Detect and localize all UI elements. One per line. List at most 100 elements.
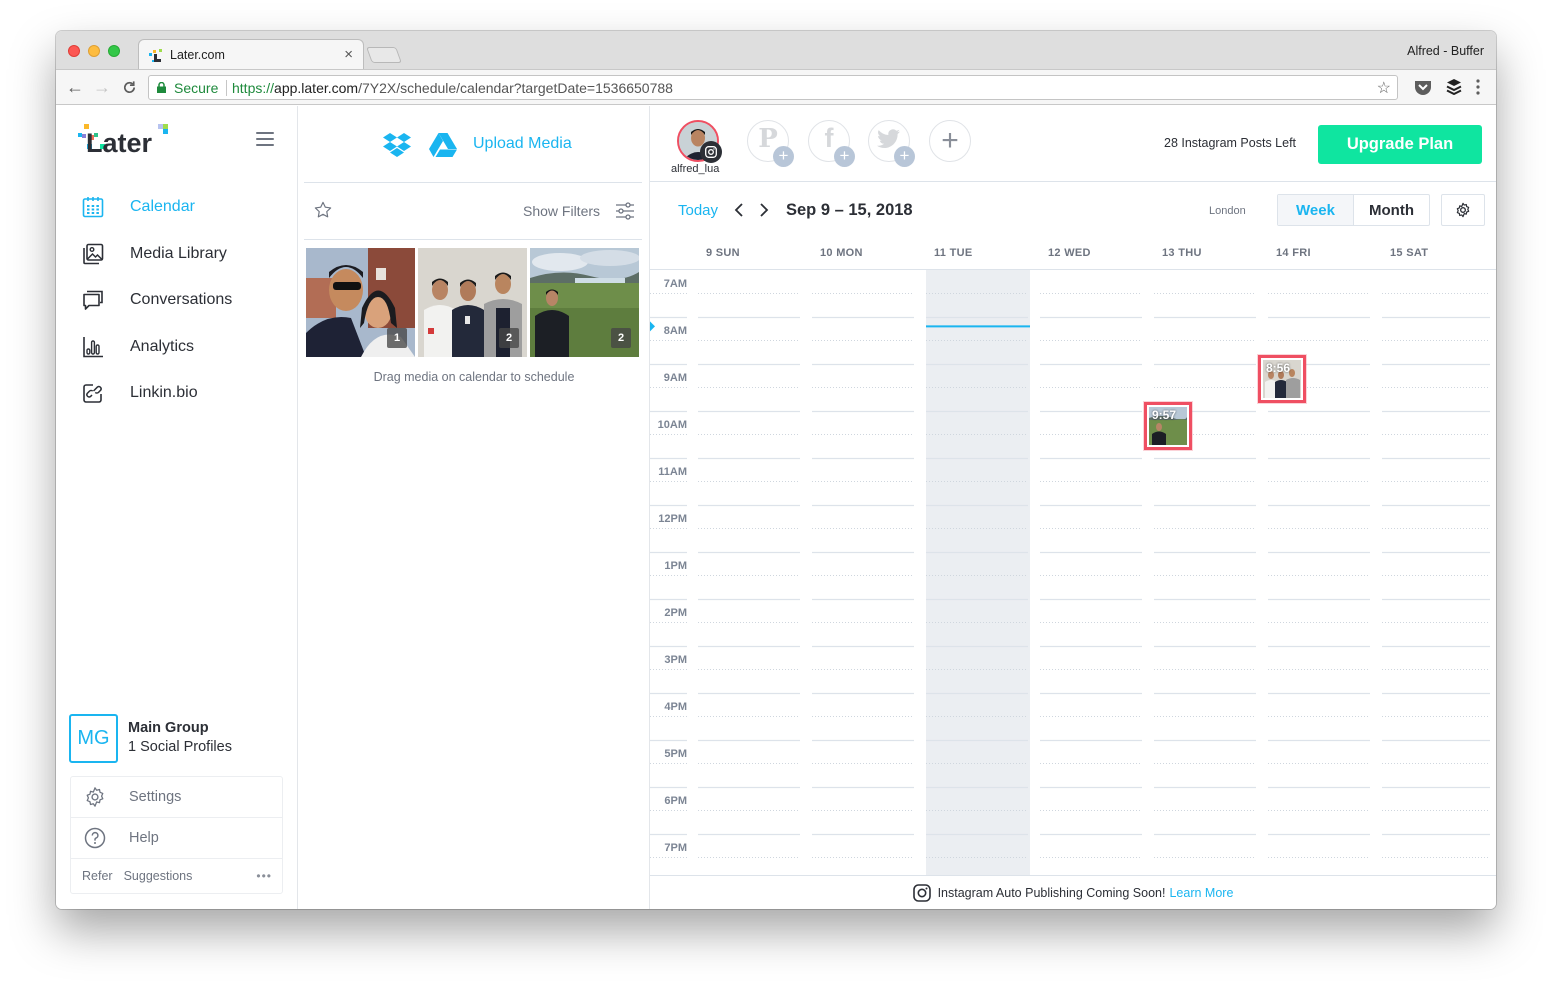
close-window-button[interactable]: [68, 45, 80, 57]
instagram-icon: [912, 883, 931, 902]
view-toggle: Week Month: [1277, 194, 1430, 226]
carousel-count-badge: 1: [387, 328, 407, 348]
sidebar-item-calendar[interactable]: Calendar: [56, 184, 297, 231]
bookmark-star-icon[interactable]: ☆: [1377, 78, 1391, 98]
hour-label: 3PM: [664, 654, 687, 666]
sidebar-item-help[interactable]: Help: [71, 818, 282, 859]
group-switcher[interactable]: MG Main Group 1 Social Profiles: [69, 714, 289, 764]
url-separator: [226, 80, 227, 96]
gear-icon: [83, 785, 107, 809]
conversations-icon: [81, 288, 105, 312]
browser-titlebar: Later.com × Alfred - Buffer: [56, 31, 1496, 70]
chevron-left-icon[interactable]: [732, 201, 746, 219]
browser-menu-icon[interactable]: [1476, 79, 1480, 95]
browser-tab[interactable]: Later.com ×: [138, 39, 364, 70]
sidebar-item-conversations[interactable]: Conversations: [56, 277, 297, 324]
sidebar-item-media-library[interactable]: Media Library: [56, 231, 297, 278]
media-thumbnail[interactable]: 2: [418, 248, 527, 357]
window-controls: [68, 45, 120, 57]
scheduled-post[interactable]: 9:57: [1144, 401, 1192, 450]
filter-sliders-icon[interactable]: [615, 202, 635, 220]
calendar-settings-button[interactable]: [1441, 194, 1485, 226]
tab-close-icon[interactable]: ×: [344, 46, 353, 63]
scheduled-post[interactable]: 8:56: [1258, 354, 1306, 403]
new-tab-button[interactable]: [366, 47, 402, 63]
sidebar-item-label: Calendar: [130, 198, 195, 216]
post-time: 9:57: [1152, 407, 1177, 422]
buffer-extension-icon[interactable]: [1446, 78, 1462, 95]
weekday-label: 12 WED: [1048, 247, 1091, 259]
pocket-extension-icon[interactable]: [1414, 79, 1432, 95]
calendar-week-grid[interactable]: 7AM 8AM 9AM 10AM 11AM 12PM 1PM 2PM 3PM 4PM 5PM 6PM 7…: [650, 270, 1496, 875]
facebook-icon: f: [824, 122, 834, 153]
maximize-window-button[interactable]: [108, 45, 120, 57]
sidebar-item-settings[interactable]: Settings: [71, 777, 282, 818]
media-panel: Upload Media Show Filters 1 2 2 Drag med…: [299, 106, 650, 909]
star-icon[interactable]: [314, 201, 332, 219]
month-view-button[interactable]: Month: [1354, 195, 1429, 225]
calendar-panel: alfred_lua P + f + + + 28 Instagram Post…: [650, 106, 1496, 909]
browser-window: Later.com × Alfred - Buffer ← → Secure h…: [56, 31, 1496, 909]
media-thumbnail[interactable]: 1: [306, 248, 415, 357]
timezone-label[interactable]: London: [1209, 205, 1246, 217]
sidebar-item-analytics[interactable]: Analytics: [56, 324, 297, 371]
calendar-header: Today Sep 9 – 15, 2018 London Week Month: [650, 183, 1496, 237]
chevron-right-icon[interactable]: [757, 201, 771, 219]
add-pinterest-profile-button[interactable]: P +: [747, 120, 794, 167]
banner-text: Instagram Auto Publishing Coming Soon!: [937, 885, 1166, 900]
upload-media-button[interactable]: Upload Media: [473, 135, 572, 153]
dropbox-icon[interactable]: [383, 132, 411, 158]
hour-label: 10AM: [657, 419, 687, 431]
back-arrow-icon[interactable]: ←: [66, 77, 84, 97]
grid-lines: [650, 270, 1490, 875]
add-profile-button[interactable]: +: [929, 120, 971, 162]
post-time: 8:56: [1266, 360, 1291, 375]
date-range: Sep 9 – 15, 2018: [786, 201, 913, 219]
refer-link[interactable]: Refer: [82, 869, 113, 883]
drag-hint-text: Drag media on calendar to schedule: [373, 370, 575, 384]
sidebar-item-label: Analytics: [130, 337, 195, 355]
sidebar-nav: Calendar Media Library Conversations Ana…: [56, 184, 297, 417]
group-avatar: MG: [69, 714, 118, 763]
secure-label: Secure: [174, 80, 219, 96]
address-bar[interactable]: Secure https://app.later.com/7Y2X/schedu…: [148, 75, 1398, 100]
sidebar-secondary-menu: Settings Help Refer Suggestions •••: [70, 776, 283, 894]
reload-icon[interactable]: [122, 80, 137, 95]
weekday-label: 13 THU: [1162, 247, 1202, 259]
media-thumbnail[interactable]: 2: [530, 248, 639, 357]
later-app: Later Calendar Media Library Conversatio…: [56, 106, 1496, 909]
url-scheme: https://: [232, 80, 275, 96]
plus-icon: +: [894, 146, 915, 167]
sidebar-item-linkinbio[interactable]: Linkin.bio: [56, 370, 297, 417]
forward-arrow-icon[interactable]: →: [93, 77, 111, 97]
media-library-icon: [81, 242, 105, 266]
add-twitter-profile-button[interactable]: +: [868, 120, 915, 167]
add-facebook-profile-button[interactable]: f +: [808, 120, 855, 167]
auto-publish-banner: Instagram Auto Publishing Coming Soon! L…: [650, 875, 1496, 909]
gear-icon: [1456, 202, 1470, 218]
learn-more-link[interactable]: Learn More: [1169, 886, 1233, 900]
google-drive-icon[interactable]: [429, 132, 457, 158]
group-profile-count: 1 Social Profiles: [128, 739, 232, 755]
hour-label: 7AM: [663, 278, 687, 290]
help-label: Help: [129, 830, 159, 846]
lock-icon: [157, 82, 166, 93]
later-logo[interactable]: Later: [78, 124, 173, 159]
carousel-count-badge: 2: [499, 328, 519, 348]
weekday-label: 15 SAT: [1390, 247, 1429, 259]
upgrade-plan-button[interactable]: Upgrade Plan: [1318, 125, 1482, 164]
more-options-icon[interactable]: •••: [256, 869, 272, 883]
today-button[interactable]: Today: [678, 202, 718, 219]
minimize-window-button[interactable]: [88, 45, 100, 57]
show-filters-button[interactable]: Show Filters: [523, 203, 600, 219]
week-view-button[interactable]: Week: [1278, 195, 1354, 225]
hour-label: 8AM: [663, 325, 687, 337]
browser-profile-name[interactable]: Alfred - Buffer: [1407, 44, 1484, 58]
group-name: Main Group: [128, 720, 209, 736]
suggestions-link[interactable]: Suggestions: [124, 869, 193, 883]
weekday-label: 9 SUN: [706, 247, 740, 259]
weekday-label: 11 TUE: [934, 247, 973, 259]
url-text[interactable]: https://app.later.com/7Y2X/schedule/cale…: [232, 80, 673, 96]
hamburger-menu-icon[interactable]: [256, 132, 274, 146]
tab-title: Later.com: [170, 48, 225, 62]
